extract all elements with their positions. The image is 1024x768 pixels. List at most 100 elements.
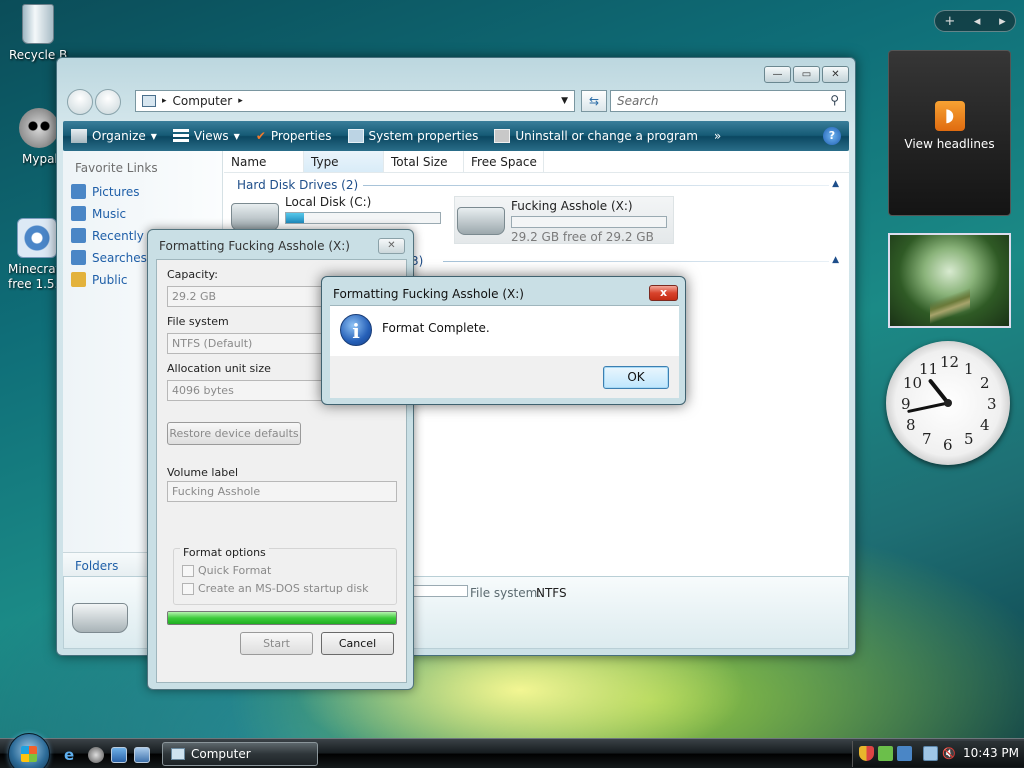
back-button[interactable]	[67, 89, 93, 115]
volume-label-input[interactable]: Fucking Asshole	[167, 481, 397, 502]
views-label: Views	[193, 129, 229, 143]
favorite-link-pictures[interactable]: Pictures	[71, 184, 140, 199]
close-button[interactable]: ✕	[378, 238, 405, 254]
sidebar-controls: + ◂ ▸	[934, 10, 1016, 32]
computer-icon	[142, 95, 156, 107]
minecraft-setup-icon	[17, 218, 57, 258]
maximize-button[interactable]: ▭	[793, 66, 820, 83]
slideshow-gadget[interactable]	[888, 233, 1011, 328]
security-shield-icon[interactable]	[859, 746, 874, 761]
favorite-link-label: Public	[92, 272, 128, 287]
views-button[interactable]: Views ▼	[165, 129, 248, 143]
format-progress-bar	[167, 611, 397, 625]
msdos-startup-checkbox[interactable]: Create an MS-DOS startup disk	[182, 582, 369, 595]
previous-gadget-page-button[interactable]: ◂	[974, 14, 981, 29]
start-button[interactable]	[8, 733, 50, 768]
checkbox-box	[182, 564, 194, 577]
more-commands-button[interactable]: »	[706, 129, 729, 143]
search-icon[interactable]: ⚲	[830, 93, 839, 107]
taskbar: e Computer 🔇 10:43 PM	[0, 733, 1024, 768]
restore-defaults-button[interactable]: Restore device defaults	[167, 422, 301, 445]
clock-gadget[interactable]: 12 1 2 3 4 5 6 7 8 9 10 11	[886, 341, 1010, 465]
uninstall-button[interactable]: Uninstall or change a program	[486, 129, 706, 143]
msdos-startup-label: Create an MS-DOS startup disk	[198, 582, 369, 595]
column-header-total-size[interactable]: Total Size	[384, 151, 464, 172]
safely-remove-hardware-icon[interactable]	[878, 746, 893, 761]
window-buttons: — ▭ ✕	[764, 66, 849, 83]
column-header-free-space[interactable]: Free Space	[464, 151, 544, 172]
address-dropdown-icon[interactable]: ▼	[561, 96, 574, 106]
system-properties-button[interactable]: System properties	[340, 129, 487, 143]
desktop-icon-recycle-bin[interactable]: Recycle B	[3, 4, 73, 62]
properties-label: Properties	[270, 129, 332, 143]
capacity-label: Capacity:	[167, 268, 218, 281]
address-bar[interactable]: ▸ Computer ▸ ▼	[135, 90, 575, 112]
favorite-link-searches[interactable]: Searches	[71, 250, 147, 265]
network-icon[interactable]	[923, 746, 938, 761]
taskbar-button-computer[interactable]: Computer	[162, 742, 318, 766]
switch-windows-icon[interactable]	[134, 747, 150, 763]
message-text: Format Complete.	[382, 321, 490, 335]
show-desktop-icon[interactable]	[111, 747, 127, 763]
mypal-browser-icon	[19, 108, 59, 148]
search-input[interactable]: Search ⚲	[610, 90, 846, 112]
music-icon	[71, 206, 86, 221]
checkmark-icon: ✔	[255, 129, 266, 143]
format-options-label: Format options	[180, 546, 269, 559]
favorite-links-heading: Favorite Links	[75, 161, 158, 175]
allocation-unit-label: Allocation unit size	[167, 362, 271, 375]
internet-explorer-icon[interactable]: e	[64, 747, 80, 763]
cancel-button[interactable]: Cancel	[321, 632, 394, 655]
drive-fucking-asshole-x[interactable]: Fucking Asshole (X:) 29.2 GB free of 29.…	[454, 196, 674, 244]
collapse-group-icon[interactable]: ▲	[832, 255, 839, 265]
next-gadget-page-button[interactable]: ▸	[999, 14, 1006, 29]
forest-photo	[930, 286, 970, 326]
add-gadget-button[interactable]: +	[944, 14, 955, 29]
breadcrumb-computer[interactable]: Computer	[173, 94, 233, 108]
favorite-link-public[interactable]: Public	[71, 272, 128, 287]
column-header-type[interactable]: Type	[304, 151, 384, 172]
favorite-link-label: Pictures	[92, 184, 140, 199]
clock-hands	[907, 379, 952, 413]
favorite-link-recently-changed[interactable]: Recently C	[71, 228, 156, 243]
help-button[interactable]: ?	[823, 127, 841, 145]
close-button[interactable]: x	[649, 285, 678, 301]
searches-icon	[71, 250, 86, 265]
collapse-group-icon[interactable]: ▲	[832, 179, 839, 189]
hard-drive-icon	[231, 203, 279, 231]
favorite-link-music[interactable]: Music	[71, 206, 126, 221]
recycle-bin-icon	[22, 4, 54, 44]
message-box-title: Formatting Fucking Asshole (X:)	[333, 287, 524, 301]
forward-button[interactable]	[95, 89, 121, 115]
feed-headlines-gadget[interactable]: ◗ View headlines	[888, 50, 1011, 216]
minimize-button[interactable]: —	[764, 66, 791, 83]
clock-time[interactable]: 10:43 PM	[963, 746, 1019, 760]
group-header-hard-disk-drives[interactable]: Hard Disk Drives (2)	[237, 178, 358, 192]
mypal-quicklaunch-icon[interactable]	[88, 747, 104, 763]
format-options-group: Format options Quick Format Create an MS…	[173, 546, 397, 605]
start-button[interactable]: Start	[240, 632, 313, 655]
properties-button[interactable]: ✔ Properties	[248, 129, 340, 143]
message-box-body: i Format Complete.	[330, 305, 679, 356]
volume-label-label: Volume label	[167, 466, 239, 479]
close-button[interactable]: ✕	[822, 66, 849, 83]
breadcrumb-separator: ▸	[162, 96, 167, 106]
file-system-label: File system:	[470, 586, 542, 600]
ok-button[interactable]: OK	[603, 366, 669, 389]
organize-button[interactable]: Organize ▼	[63, 129, 165, 143]
refresh-button[interactable]: ⇆	[581, 90, 607, 112]
info-icon: i	[340, 314, 372, 346]
quick-format-label: Quick Format	[198, 564, 272, 577]
quick-format-checkbox[interactable]: Quick Format	[182, 564, 271, 577]
hard-drive-icon	[72, 603, 128, 633]
checkbox-box	[182, 582, 194, 595]
drive-name: Fucking Asshole (X:)	[511, 199, 633, 213]
chevron-down-icon: ▼	[150, 131, 157, 141]
volume-muted-icon[interactable]: 🔇	[942, 746, 957, 761]
column-header-name[interactable]: Name	[224, 151, 304, 172]
views-icon	[172, 129, 189, 143]
breadcrumb-separator: ▸	[238, 96, 243, 106]
windows-update-icon[interactable]	[897, 746, 912, 761]
organize-icon	[71, 129, 87, 143]
file-system-label: File system	[167, 315, 229, 328]
